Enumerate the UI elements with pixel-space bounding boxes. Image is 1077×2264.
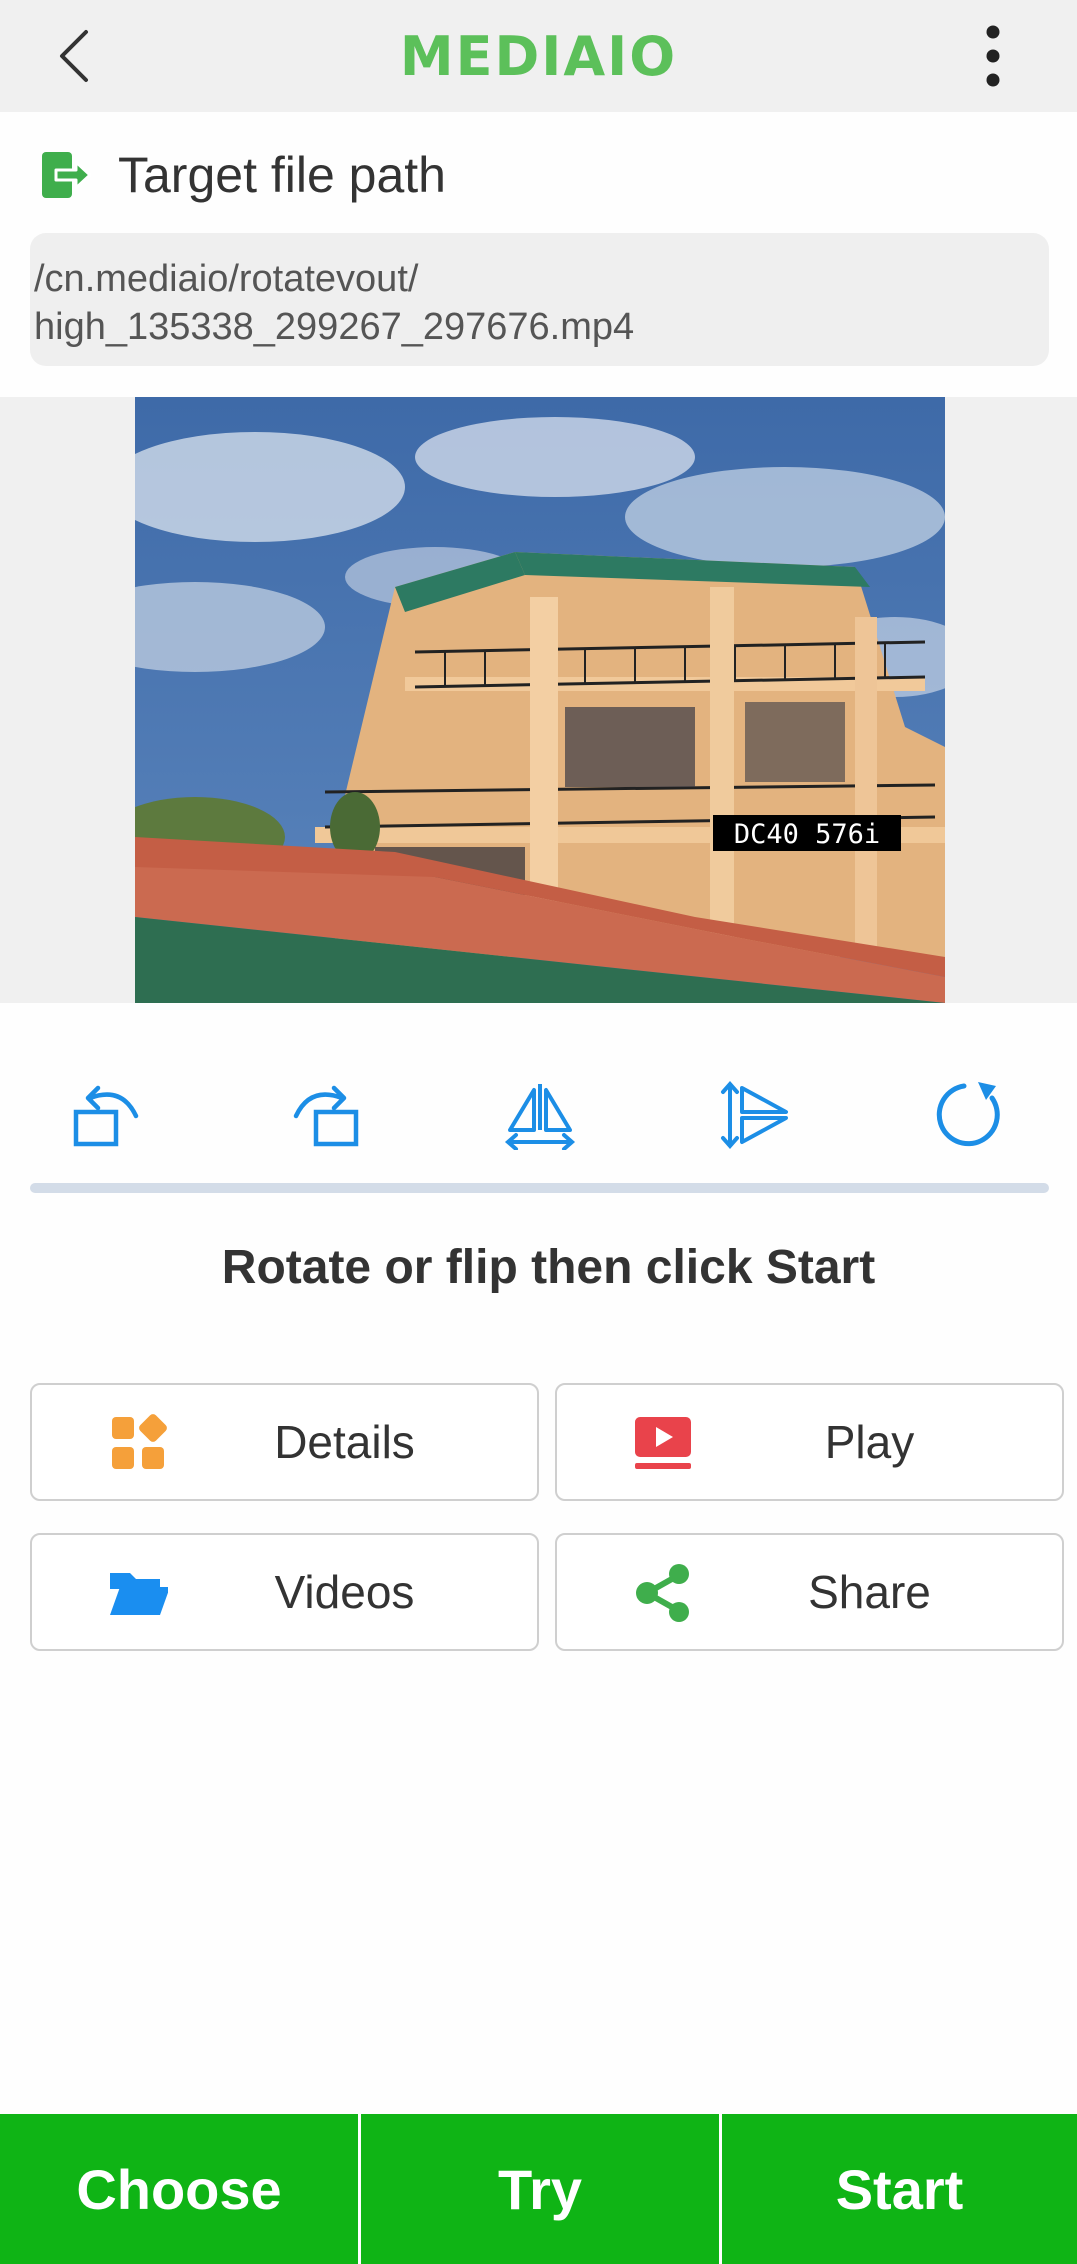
flip-horizontal-icon	[504, 1084, 576, 1150]
reset-rotation-button[interactable]	[917, 1060, 1027, 1170]
instruction-text: Rotate or flip then click Start	[221, 1241, 876, 1294]
share-button[interactable]: Share	[555, 1533, 1064, 1651]
more-menu-button[interactable]	[968, 22, 1018, 90]
play-button[interactable]: Play	[555, 1383, 1064, 1501]
target-path-label: Target file path	[118, 147, 446, 203]
app-logo: MEDIAIO	[399, 24, 678, 88]
more-vertical-icon	[986, 25, 1000, 87]
rotate-right-button[interactable]	[269, 1060, 379, 1170]
bottom-action-bar: Choose Try Start	[0, 2114, 1077, 2264]
video-overlay-text: DC40 576i	[734, 819, 880, 850]
video-frame-image: DC40 576i	[135, 397, 945, 1003]
flip-horizontal-button[interactable]	[485, 1060, 595, 1170]
details-button[interactable]: Details	[30, 1383, 539, 1501]
export-file-icon	[42, 152, 92, 198]
target-path-field[interactable]: /cn.mediaio/rotatevout/ high_135338_2992…	[30, 233, 1049, 366]
play-label: Play	[824, 1416, 915, 1468]
video-preview[interactable]: DC40 576i	[135, 397, 945, 1003]
back-button[interactable]	[52, 26, 112, 86]
target-path-line-1: /cn.mediaio/rotatevout/	[34, 258, 419, 300]
rotate-left-icon	[73, 1085, 139, 1147]
chevron-left-icon	[60, 30, 88, 82]
details-label: Details	[274, 1416, 415, 1468]
videos-label: Videos	[274, 1566, 415, 1618]
videos-button[interactable]: Videos	[30, 1533, 539, 1651]
rotate-right-icon	[293, 1085, 359, 1147]
start-button[interactable]: Start	[719, 2114, 1077, 2264]
top-bar: MEDIAIO	[0, 0, 1077, 112]
choose-button[interactable]: Choose	[0, 2114, 358, 2264]
progress-bar	[30, 1183, 1049, 1193]
reset-icon	[936, 1082, 1000, 1147]
target-path-header: Target file path	[40, 142, 446, 208]
try-button[interactable]: Try	[358, 2114, 719, 2264]
rotate-flip-toolbar	[0, 1060, 1077, 1170]
target-path-line-2: high_135338_299267_297676.mp4	[34, 306, 635, 348]
rotate-left-button[interactable]	[53, 1060, 163, 1170]
flip-vertical-button[interactable]	[701, 1060, 811, 1170]
flip-vertical-icon	[721, 1080, 788, 1150]
share-label: Share	[808, 1566, 931, 1618]
video-preview-area: DC40 576i	[0, 397, 1077, 1003]
